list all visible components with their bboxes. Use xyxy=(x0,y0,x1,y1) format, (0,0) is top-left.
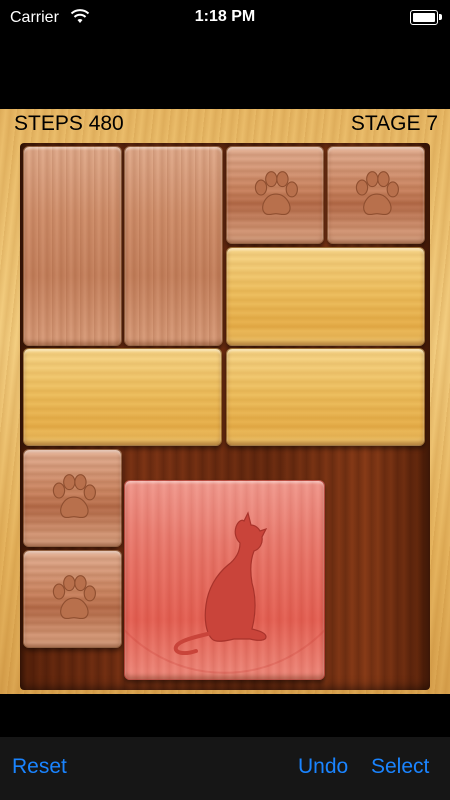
paw-icon xyxy=(52,474,96,519)
cat-icon xyxy=(173,511,267,655)
status-bar: Carrier 1:18 PM xyxy=(0,0,450,36)
block-horizontal-3[interactable] xyxy=(226,348,425,446)
block-paw-2[interactable] xyxy=(327,146,425,244)
select-button[interactable]: Select xyxy=(371,755,429,779)
block-paw-4[interactable] xyxy=(23,550,122,648)
stage-indicator: STAGE 7 xyxy=(350,112,438,135)
steps-counter: STEPS 480 xyxy=(14,112,124,135)
block-paw-1[interactable] xyxy=(226,146,324,244)
clock: 1:18 PM xyxy=(194,8,256,25)
battery-icon xyxy=(410,10,442,25)
block-vertical-1[interactable] xyxy=(23,146,122,346)
block-horizontal-1[interactable] xyxy=(226,247,425,346)
paw-icon xyxy=(254,171,298,216)
cat-block[interactable] xyxy=(124,480,325,680)
paw-icon xyxy=(52,575,96,620)
block-vertical-2[interactable] xyxy=(124,146,223,346)
block-horizontal-2[interactable] xyxy=(23,348,222,446)
paw-icon xyxy=(355,171,399,216)
reset-button[interactable]: Reset xyxy=(12,755,67,779)
block-paw-3[interactable] xyxy=(23,449,122,547)
bottom-toolbar: Reset Undo Select xyxy=(0,737,450,800)
undo-button[interactable]: Undo xyxy=(298,755,348,779)
